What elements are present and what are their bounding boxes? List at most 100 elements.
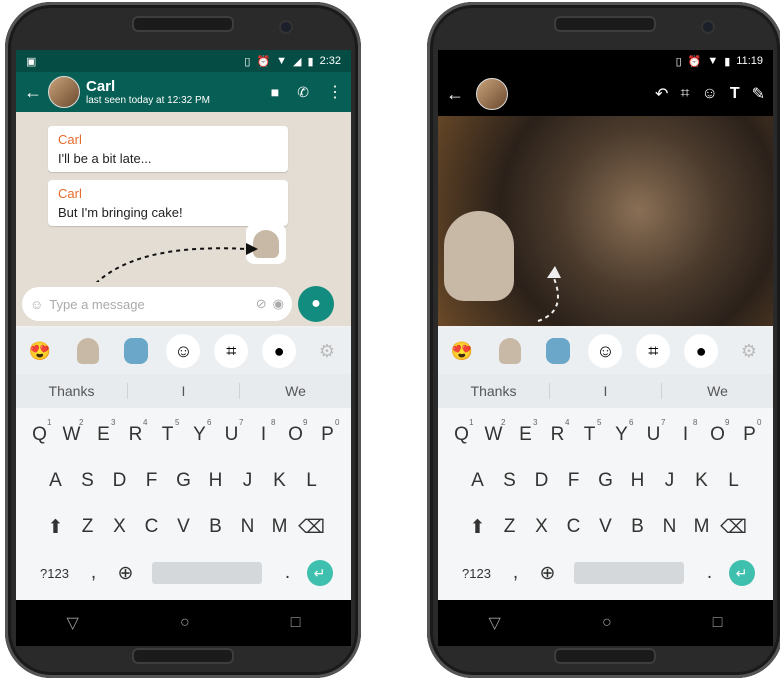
letter-key[interactable]: C — [136, 516, 168, 538]
emoji-icon[interactable]: ☺ — [30, 297, 43, 312]
cat-photo[interactable] — [438, 116, 773, 326]
letter-key[interactable]: A — [40, 470, 72, 492]
letter-key[interactable]: C — [558, 516, 590, 538]
crop-icon[interactable]: ⌗ — [636, 334, 671, 368]
symbols-key[interactable]: ?123 — [454, 566, 500, 581]
globe-icon[interactable]: ⊕ — [532, 562, 564, 585]
letter-key[interactable]: N — [232, 516, 264, 538]
symbols-key[interactable]: ?123 — [32, 566, 78, 581]
phone-call-icon[interactable]: ✆ — [297, 84, 309, 101]
letter-key[interactable]: M — [686, 516, 718, 538]
globe-icon[interactable]: ⊕ — [110, 562, 142, 585]
letter-key[interactable]: U7 — [216, 418, 248, 446]
letter-key[interactable]: X — [104, 516, 136, 538]
letter-key[interactable]: W2 — [478, 418, 510, 446]
period-key[interactable]: . — [694, 562, 726, 584]
camera-icon[interactable]: ◉ — [273, 296, 284, 312]
settings-gear-icon[interactable]: ⚙ — [310, 334, 344, 368]
letter-key[interactable]: U7 — [638, 418, 670, 446]
letter-key[interactable]: E3 — [510, 418, 542, 446]
letter-key[interactable]: P0 — [734, 418, 766, 446]
letter-key[interactable]: L — [718, 470, 750, 492]
suggestion[interactable]: We — [240, 383, 351, 399]
letter-key[interactable]: N — [654, 516, 686, 538]
letter-key[interactable]: F — [136, 470, 168, 492]
letter-key[interactable]: O9 — [280, 418, 312, 446]
contact-info[interactable]: Carl last seen today at 12:32 PM — [86, 78, 265, 106]
settings-gear-icon[interactable]: ⚙ — [732, 334, 766, 368]
enter-key[interactable]: ↵ — [726, 560, 758, 586]
letter-key[interactable]: S — [494, 470, 526, 492]
letter-key[interactable]: S — [72, 470, 104, 492]
turtle-sticker-icon[interactable] — [119, 334, 153, 368]
letter-key[interactable]: T5 — [152, 418, 184, 446]
suggestion[interactable]: I — [550, 383, 662, 399]
contact-avatar[interactable] — [476, 78, 508, 110]
letter-key[interactable]: Z — [72, 516, 104, 538]
letter-key[interactable]: J — [232, 470, 264, 492]
suggestion[interactable]: I — [128, 383, 240, 399]
cat-sticker-icon[interactable] — [493, 334, 527, 368]
letter-key[interactable]: E3 — [88, 418, 120, 446]
shift-key[interactable]: ⬆ — [462, 516, 494, 539]
enter-key[interactable]: ↵ — [304, 560, 336, 586]
suggestion[interactable]: Thanks — [438, 383, 550, 399]
letter-key[interactable]: H — [200, 470, 232, 492]
emoji-icon[interactable]: ☺ — [701, 85, 717, 103]
pusheen-sticker[interactable] — [444, 211, 514, 301]
suggestion[interactable]: We — [662, 383, 773, 399]
suggestion[interactable]: Thanks — [16, 383, 128, 399]
space-bar[interactable] — [573, 562, 684, 584]
emoji-swap-icon[interactable]: ☺ — [166, 334, 201, 368]
home-icon[interactable]: ○ — [602, 614, 612, 632]
crop-icon[interactable]: ⌗ — [214, 334, 249, 368]
letter-key[interactable]: Q1 — [446, 418, 478, 446]
letter-key[interactable]: Q1 — [24, 418, 56, 446]
letter-key[interactable]: A — [462, 470, 494, 492]
heart-eyes-emoji-icon[interactable]: 😍 — [23, 334, 57, 368]
letter-key[interactable]: L — [296, 470, 328, 492]
letter-key[interactable]: H — [622, 470, 654, 492]
mic-icon[interactable]: ● — [684, 334, 719, 368]
letter-key[interactable]: Y6 — [184, 418, 216, 446]
undo-icon[interactable]: ↶ — [655, 84, 668, 104]
letter-key[interactable]: G — [168, 470, 200, 492]
attach-icon[interactable]: ⊘ — [256, 296, 267, 312]
letter-key[interactable]: T5 — [574, 418, 606, 446]
contact-avatar[interactable] — [48, 76, 80, 108]
letter-key[interactable]: V — [168, 516, 200, 538]
mic-icon[interactable]: ● — [262, 334, 297, 368]
message-bubble[interactable]: Carl I'll be a bit late... — [48, 126, 288, 172]
letter-key[interactable]: O9 — [702, 418, 734, 446]
back-icon[interactable]: ▽ — [489, 613, 501, 633]
cat-sticker-icon[interactable] — [71, 334, 105, 368]
letter-key[interactable]: K — [264, 470, 296, 492]
letter-key[interactable]: B — [622, 516, 654, 538]
shift-key[interactable]: ⬆ — [40, 516, 72, 539]
letter-key[interactable]: R4 — [542, 418, 574, 446]
letter-key[interactable]: R4 — [120, 418, 152, 446]
crop-rotate-icon[interactable]: ⌗ — [680, 85, 689, 103]
back-arrow-icon[interactable]: ← — [24, 82, 42, 103]
recents-icon[interactable]: □ — [713, 614, 723, 632]
period-key[interactable]: . — [272, 562, 304, 584]
voice-message-button[interactable]: ● — [298, 286, 334, 322]
message-input[interactable]: ☺ Type a message ⊘ ◉ — [22, 287, 292, 321]
emoji-swap-icon[interactable]: ☺ — [588, 334, 623, 368]
letter-key[interactable]: I8 — [670, 418, 702, 446]
recents-icon[interactable]: □ — [291, 614, 301, 632]
text-icon[interactable]: T — [730, 85, 740, 103]
letter-key[interactable]: D — [104, 470, 136, 492]
heart-eyes-emoji-icon[interactable]: 😍 — [445, 334, 479, 368]
home-icon[interactable]: ○ — [180, 614, 190, 632]
letter-key[interactable]: V — [590, 516, 622, 538]
letter-key[interactable]: F — [558, 470, 590, 492]
comma-key[interactable]: , — [500, 562, 532, 584]
letter-key[interactable]: J — [654, 470, 686, 492]
backspace-key[interactable]: ⌫ — [718, 516, 750, 539]
backspace-key[interactable]: ⌫ — [296, 516, 328, 539]
more-options-icon[interactable]: ⋮ — [327, 82, 343, 102]
letter-key[interactable]: D — [526, 470, 558, 492]
video-call-icon[interactable]: ■ — [271, 84, 279, 100]
back-arrow-icon[interactable]: ← — [446, 84, 464, 105]
